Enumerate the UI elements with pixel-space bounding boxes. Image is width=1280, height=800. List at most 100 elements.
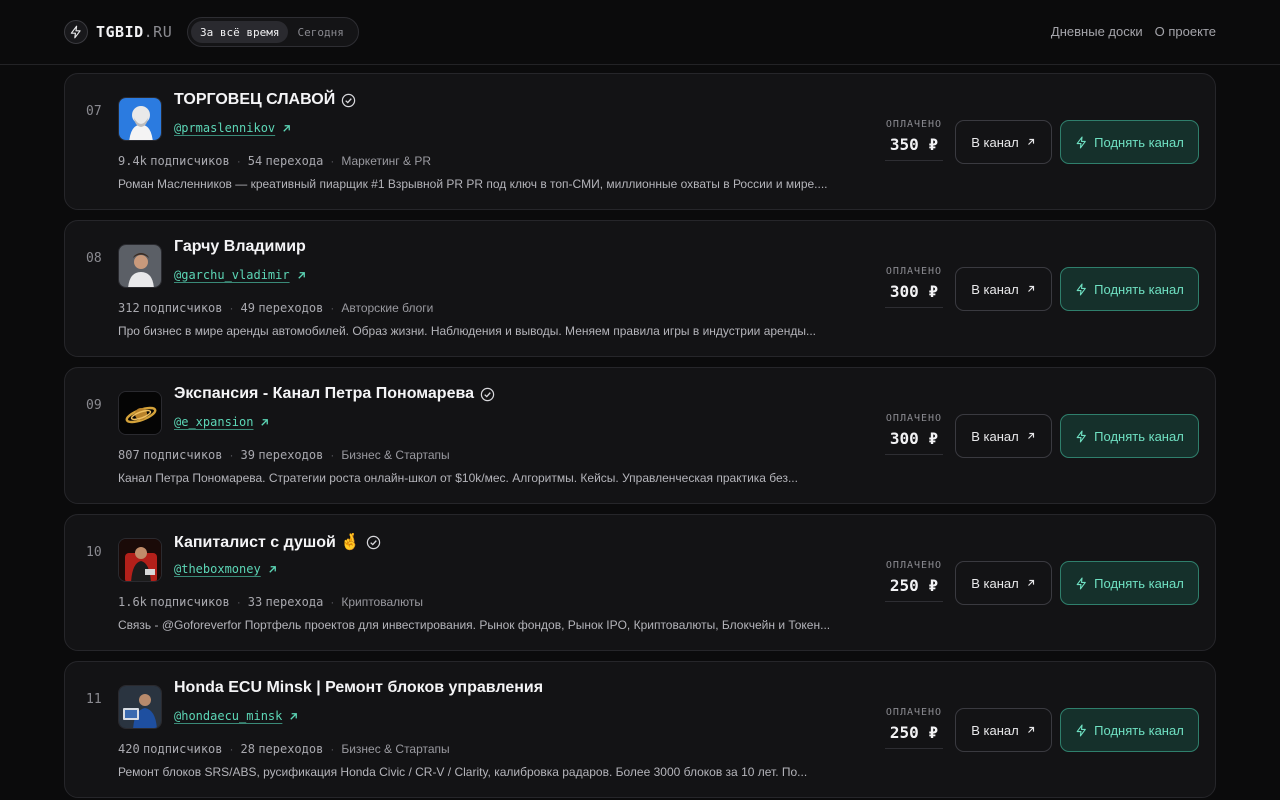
rank-number: 11 [86, 692, 102, 707]
lightning-icon [1076, 430, 1087, 442]
clicks-count: 49 [240, 301, 255, 315]
title-row: Гарчу Владимир [174, 238, 306, 256]
subscribers-label: подписчиков [143, 742, 223, 756]
subscribers-count: 312 [118, 301, 140, 315]
category-label: Бизнес & Стартапы [341, 448, 450, 462]
period-today-button[interactable]: Сегодня [288, 21, 352, 43]
channel-title[interactable]: Капиталист с душой 🤞 [174, 532, 360, 552]
boost-channel-button[interactable]: Поднять канал [1060, 414, 1199, 458]
technician-avatar[interactable] [118, 685, 162, 729]
separator: · [330, 154, 335, 168]
bearded-man-avatar[interactable] [118, 97, 162, 141]
to-channel-label: В канал [971, 281, 1019, 297]
boost-label: Поднять канал [1094, 575, 1184, 591]
handle-row: @theboxmoney [174, 562, 278, 576]
period-all-time-button[interactable]: За всё время [191, 21, 289, 43]
subscribers-label: подписчиков [143, 448, 223, 462]
separator: · [229, 448, 234, 462]
external-arrow-icon [1027, 285, 1034, 292]
clicks-count: 39 [240, 448, 255, 462]
channel-description: Роман Масленников — креативный пиарщик #… [118, 177, 828, 191]
clicks-count: 33 [247, 595, 263, 609]
category-label: Авторские блоги [341, 301, 434, 315]
channel-title[interactable]: Гарчу Владимир [174, 238, 306, 256]
paid-label: ОПЛАЧЕНО [885, 707, 943, 718]
paid-block: ОПЛАЧЕНО 250 ₽ [885, 707, 943, 749]
channel-handle-link[interactable]: @e_xpansion [174, 415, 253, 429]
verified-icon [366, 535, 381, 549]
logo-text: TGBID.RU [96, 23, 173, 41]
to-channel-label: В канал [971, 134, 1019, 150]
clicks-count: 28 [240, 742, 255, 756]
paid-amount: 250 ₽ [885, 723, 943, 749]
separator: · [229, 742, 234, 756]
handle-row: @e_xpansion [174, 415, 270, 429]
lightning-icon [1076, 283, 1087, 295]
channel-handle-link[interactable]: @prmaslennikov [174, 121, 275, 135]
category-label: Маркетинг & PR [341, 154, 432, 168]
to-channel-button[interactable]: В канал [955, 414, 1052, 458]
channel-handle-link[interactable]: @garchu_vladimir [174, 268, 290, 282]
lightning-icon [64, 20, 88, 44]
category-label: Криптовалюты [341, 595, 424, 609]
channel-card: 10 Капиталист с душой 🤞 @theboxmoney 1.6… [64, 514, 1216, 651]
verified-icon [480, 387, 495, 401]
channel-title[interactable]: Honda ECU Minsk | Ремонт блоков управлен… [174, 679, 543, 697]
channel-handle-link[interactable]: @hondaecu_minsk [174, 709, 282, 723]
nav-about-link[interactable]: О проекте [1155, 24, 1216, 39]
boost-channel-button[interactable]: Поднять канал [1060, 708, 1199, 752]
man-portrait-avatar[interactable] [118, 244, 162, 288]
paid-amount: 250 ₽ [885, 576, 943, 602]
logo[interactable]: TGBID.RU [64, 19, 172, 45]
boost-channel-button[interactable]: Поднять канал [1060, 267, 1199, 311]
paid-block: ОПЛАЧЕНО 250 ₽ [885, 560, 943, 602]
channel-description: Ремонт блоков SRS/ABS, русификация Honda… [118, 765, 808, 779]
handle-row: @garchu_vladimir [174, 268, 307, 282]
channel-card: 08 Гарчу Владимир @garchu_vladimir 312 п… [64, 220, 1216, 357]
external-arrow-icon [268, 565, 276, 573]
handle-row: @prmaslennikov [174, 121, 292, 135]
channel-title[interactable]: ТОРГОВЕЦ СЛАВОЙ [174, 91, 335, 109]
separator: · [330, 595, 335, 609]
channel-title[interactable]: Экспансия - Канал Петра Пономарева [174, 385, 474, 403]
channel-description: Связь - @Goforeverfor Портфель проектов … [118, 618, 831, 632]
to-channel-button[interactable]: В канал [955, 120, 1052, 164]
channel-handle-link[interactable]: @theboxmoney [174, 562, 261, 576]
rank-number: 07 [86, 104, 102, 119]
to-channel-button[interactable]: В канал [955, 267, 1052, 311]
paid-block: ОПЛАЧЕНО 300 ₽ [885, 266, 943, 308]
paid-amount: 300 ₽ [885, 429, 943, 455]
paid-block: ОПЛАЧЕНО 350 ₽ [885, 119, 943, 161]
to-channel-button[interactable]: В канал [955, 561, 1052, 605]
paid-amount: 300 ₽ [885, 282, 943, 308]
boost-label: Поднять канал [1094, 428, 1184, 444]
gold-planet-logo[interactable] [118, 391, 162, 435]
nav-daily-boards-link[interactable]: Дневные доски [1051, 24, 1143, 39]
external-arrow-icon [1027, 726, 1034, 733]
subscribers-count: 807 [118, 448, 140, 462]
title-row: Экспансия - Канал Петра Пономарева [174, 385, 495, 403]
to-channel-button[interactable]: В канал [955, 708, 1052, 752]
category-label: Бизнес & Стартапы [341, 742, 450, 756]
clicks-label: переходов [258, 742, 324, 756]
paid-block: ОПЛАЧЕНО 300 ₽ [885, 413, 943, 455]
boost-label: Поднять канал [1094, 281, 1184, 297]
boost-label: Поднять канал [1094, 134, 1184, 150]
boost-channel-button[interactable]: Поднять канал [1060, 120, 1199, 164]
top-header: TGBID.RU За всё время Сегодня Дневные до… [0, 0, 1280, 65]
separator: · [330, 301, 335, 315]
boost-channel-button[interactable]: Поднять канал [1060, 561, 1199, 605]
to-channel-label: В канал [971, 722, 1019, 738]
channel-description: Про бизнес в мире аренды автомобилей. Об… [118, 324, 816, 338]
separator: · [330, 448, 335, 462]
man-red-chair-avatar[interactable] [118, 538, 162, 582]
subscribers-label: подписчиков [150, 595, 230, 609]
subscribers-count: 420 [118, 742, 140, 756]
top-nav: Дневные доски О проекте [1051, 24, 1216, 39]
rank-number: 08 [86, 251, 102, 266]
period-toggle: За всё время Сегодня [187, 17, 359, 47]
lightning-icon [1076, 724, 1087, 736]
lightning-icon [1076, 577, 1087, 589]
rank-number: 10 [86, 545, 102, 560]
to-channel-label: В канал [971, 428, 1019, 444]
